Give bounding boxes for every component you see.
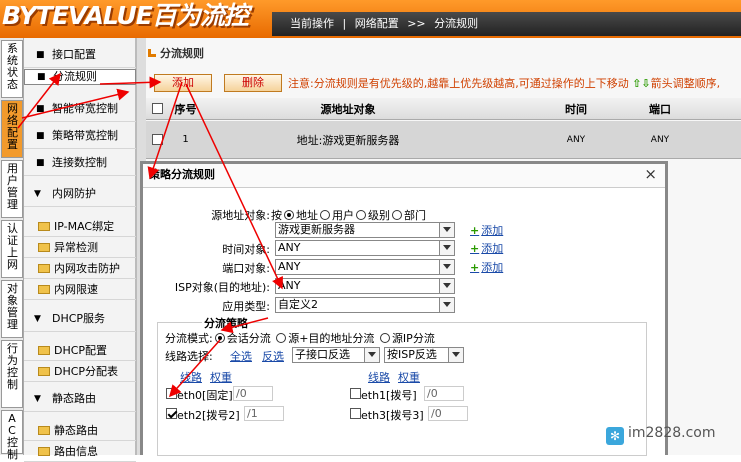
annotation-arrows — [17, 72, 283, 398]
snowflake-icon: ✻ — [606, 427, 624, 445]
watermark-text: im2828.com — [628, 425, 716, 441]
watermark: ✻ im2828.com — [606, 425, 716, 445]
